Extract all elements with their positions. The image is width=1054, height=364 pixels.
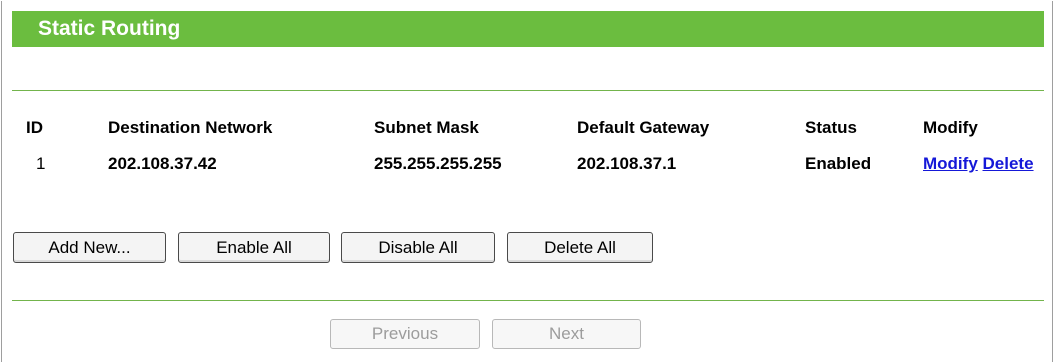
row-actions: Modify Delete [923,154,1034,174]
add-new-button[interactable]: Add New... [13,232,166,263]
header-default-gateway: Default Gateway [577,118,710,137]
header-destination-network: Destination Network [108,118,273,137]
modify-link[interactable]: Modify [923,154,978,173]
header-id: ID [26,118,43,137]
static-routing-panel: Static Routing ID Destination Network Su… [1,1,1053,362]
divider-top [12,90,1044,91]
header-status: Status [805,118,857,137]
next-button[interactable]: Next [492,319,641,349]
delete-link[interactable]: Delete [983,154,1034,173]
delete-all-button[interactable]: Delete All [507,232,653,263]
row-default-gateway: 202.108.37.1 [577,154,677,173]
row-destination-network: 202.108.37.42 [108,154,217,173]
title-bar: Static Routing [12,11,1044,47]
disable-all-button[interactable]: Disable All [341,232,495,263]
enable-all-button[interactable]: Enable All [178,232,330,263]
header-subnet-mask: Subnet Mask [374,118,479,137]
header-modify: Modify [923,118,978,137]
divider-bottom [12,300,1044,301]
previous-button[interactable]: Previous [330,319,480,349]
page-title: Static Routing [38,17,181,40]
row-subnet-mask: 255.255.255.255 [374,154,502,173]
row-status: Enabled [805,154,872,173]
row-id: 1 [36,154,46,173]
